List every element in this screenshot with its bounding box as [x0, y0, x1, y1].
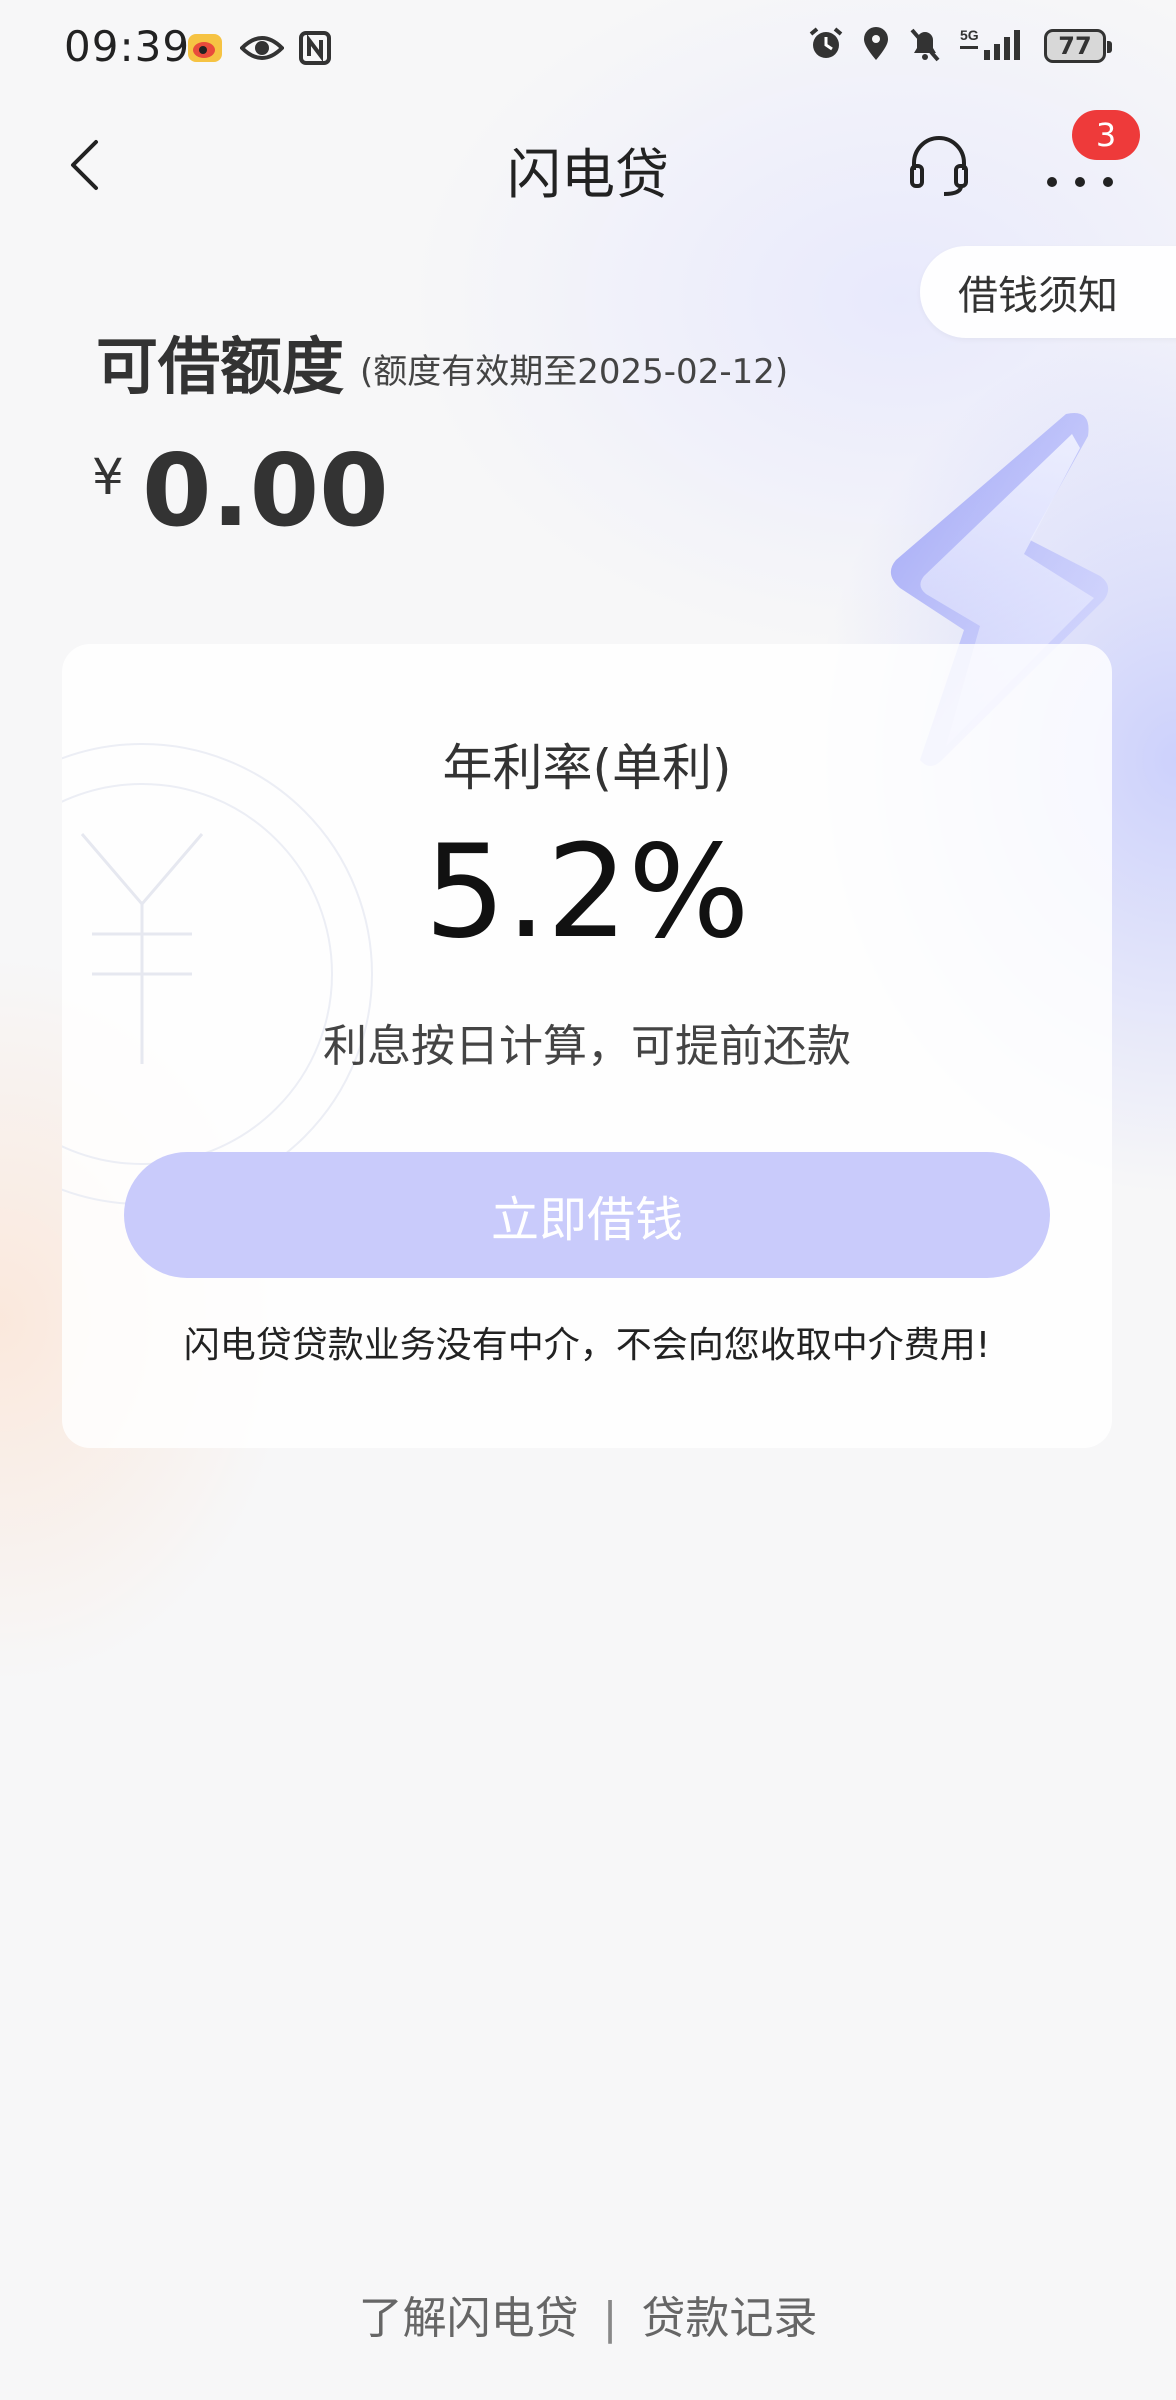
no-agent-disclaimer: 闪电贷贷款业务没有中介，不会向您收取中介费用! [183, 1325, 991, 1366]
footer-links: 了解闪电贷 | 贷款记录 [0, 2282, 1176, 2346]
status-bar: 09:39 5G 77 [0, 0, 1176, 100]
mute-icon [908, 26, 942, 66]
status-right-icons: 5G 77 [808, 26, 1112, 66]
borrow-now-button[interactable]: 立即借钱 [124, 1152, 1050, 1278]
weibo-icon [186, 30, 226, 70]
alarm-icon [808, 26, 844, 66]
location-icon [862, 26, 890, 66]
footer-separator: | [602, 2293, 618, 2344]
nav-bar: 闪电贷 [0, 110, 1176, 220]
credit-limit-title: 可借额度 [96, 330, 345, 403]
borrowing-notice-tab[interactable]: 借钱须知 [920, 246, 1176, 338]
customer-service-button[interactable] [904, 130, 974, 200]
signal-icon: 5G [960, 26, 1026, 66]
credit-validity-note: (额度有效期至2025-02-12) [360, 352, 789, 392]
status-time: 09:39 [64, 22, 191, 71]
notification-badge: 3 [1072, 110, 1140, 160]
credit-amount: 0.00 [142, 432, 389, 549]
rate-card: 年利率(单利) 5.2% 利息按日计算，可提前还款 立即借钱 闪电贷贷款业务没有… [62, 644, 1112, 1448]
currency-symbol: ¥ [92, 448, 124, 506]
svg-text:5G: 5G [960, 27, 979, 43]
annual-rate-value: 5.2% [424, 818, 750, 967]
loan-records-link[interactable]: 贷款记录 [641, 2282, 817, 2346]
battery-icon: 77 [1044, 29, 1112, 63]
status-left-icons [186, 30, 332, 70]
headset-icon [910, 136, 968, 196]
nfc-icon [298, 30, 332, 70]
interest-note: 利息按日计算，可提前还款 [323, 1021, 851, 1072]
annual-rate-label: 年利率(单利) [442, 739, 732, 797]
eye-icon [239, 31, 285, 69]
about-link[interactable]: 了解闪电贷 [359, 2282, 579, 2346]
page-title: 闪电贷 [507, 143, 669, 206]
